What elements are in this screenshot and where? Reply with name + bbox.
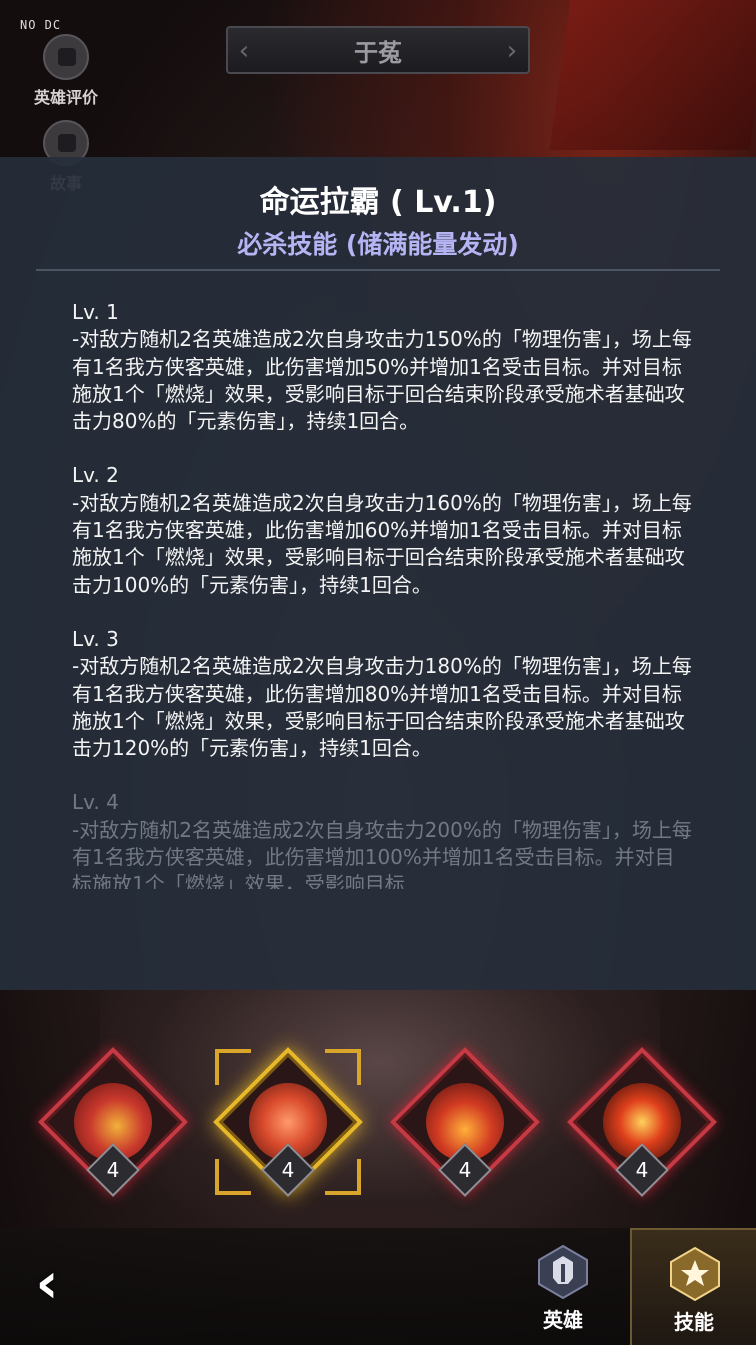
back-button[interactable]: ‹ <box>22 1254 72 1316</box>
hero-name: 于菟 <box>354 38 402 67</box>
hero-rating-button[interactable]: 英雄评价 <box>22 34 110 108</box>
tab-skill-label: 技能 <box>674 1310 714 1334</box>
skill-slot-slot-machine[interactable]: 4 <box>211 1045 365 1199</box>
next-hero-arrow-icon[interactable]: › <box>502 34 522 68</box>
skill-level-item: Lv. 4 -对敌方随机2名英雄造成2次自身攻击力200%的「物理伤害」，场上每… <box>72 789 692 889</box>
debug-tag: NO DC <box>20 18 62 32</box>
divider <box>36 269 720 271</box>
skill-level-item: Lv. 2 -对敌方随机2名英雄造成2次自身攻击力160%的「物理伤害」，场上每… <box>72 462 692 598</box>
bottom-nav-bar: ‹ 英雄 技能 <box>0 1228 756 1345</box>
skill-level-list[interactable]: Lv. 1 -对敌方随机2名英雄造成2次自身攻击力150%的「物理伤害」，场上每… <box>72 299 692 916</box>
corner-ornament <box>325 1049 361 1085</box>
hero-rating-label: 英雄评价 <box>33 88 98 107</box>
level-description: -对敌方随机2名英雄造成2次自身攻击力160%的「物理伤害」，场上每有1名我方侠… <box>72 490 692 597</box>
hero-name-bar: ‹ 于菟 › <box>226 26 530 74</box>
tab-skill[interactable]: 技能 <box>630 1228 756 1345</box>
level-label: Lv. 3 <box>72 626 119 651</box>
skill-badge-icon <box>670 1246 720 1302</box>
skill-level-item: Lv. 1 -对敌方随机2名英雄造成2次自身攻击力150%的「物理伤害」，场上每… <box>72 299 692 435</box>
corner-ornament <box>215 1049 251 1085</box>
level-description: -对敌方随机2名英雄造成2次自身攻击力200%的「物理伤害」，场上每有1名我方侠… <box>72 817 692 890</box>
skill-level-item: Lv. 3 -对敌方随机2名英雄造成2次自身攻击力180%的「物理伤害」，场上每… <box>72 626 692 762</box>
tab-hero[interactable]: 英雄 <box>500 1228 626 1345</box>
skill-slot-tiger[interactable]: 4 <box>565 1045 719 1199</box>
tab-hero-label: 英雄 <box>543 1308 583 1332</box>
level-label: Lv. 4 <box>72 790 119 815</box>
corner-ornament <box>215 1159 251 1195</box>
level-description: -对敌方随机2名英雄造成2次自身攻击力180%的「物理伤害」，场上每有1名我方侠… <box>72 654 692 761</box>
helmet-icon <box>538 1244 588 1300</box>
skill-slot-whisk-bowl[interactable]: 4 <box>388 1045 542 1199</box>
background-crate <box>549 0 756 150</box>
skill-title: 命运拉霸 ( Lv.1) <box>259 185 497 220</box>
level-label: Lv. 1 <box>72 300 119 324</box>
skill-slot-coins[interactable]: 4 <box>36 1045 190 1199</box>
skill-detail-panel[interactable]: 命运拉霸 ( Lv.1) 必杀技能 (储满能量发动) Lv. 1 -对敌方随机2… <box>0 157 756 990</box>
level-label: Lv. 2 <box>72 463 119 488</box>
corner-ornament <box>325 1159 361 1195</box>
skill-icon-row: 4 4 4 4 <box>0 1045 756 1205</box>
skill-subtitle: 必杀技能 (储满能量发动) <box>237 230 519 259</box>
prev-hero-arrow-icon[interactable]: ‹ <box>234 34 254 68</box>
level-description: -对敌方随机2名英雄造成2次自身攻击力150%的「物理伤害」，场上每有1名我方侠… <box>72 327 692 434</box>
chat-bubble-icon <box>43 34 89 80</box>
